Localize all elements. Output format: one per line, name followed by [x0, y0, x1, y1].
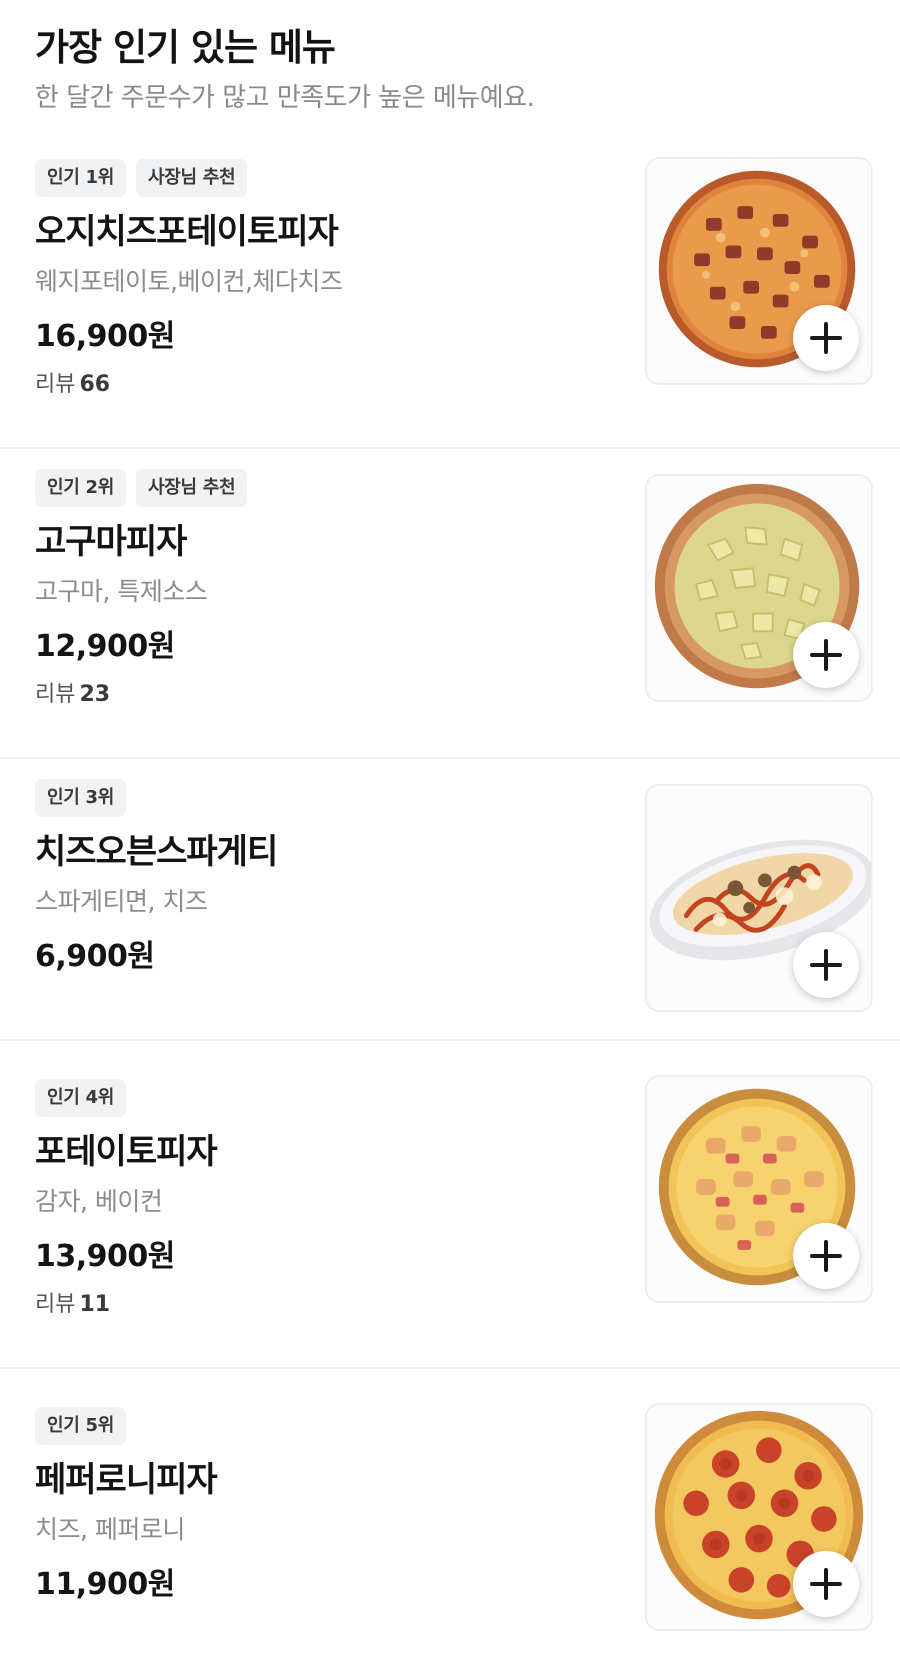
- owner-pick-badge: 사장님 추천: [135, 159, 248, 197]
- menu-item-price: 12,900원: [35, 629, 175, 664]
- menu-item-name: 치즈오븐스파게티: [35, 832, 278, 872]
- plus-icon: [810, 1568, 842, 1600]
- badge-group: 인기 5위: [35, 1407, 595, 1445]
- menu-item-5[interactable]: 인기 5위 페퍼로니피자 치즈, 페퍼로니 11,900원: [0, 1369, 900, 1659]
- menu-item-image[interactable]: [645, 784, 873, 1012]
- review-count: 11: [79, 1292, 111, 1317]
- badge-group: 인기 4위: [35, 1079, 595, 1117]
- review-label: 리뷰: [35, 682, 76, 707]
- menu-item-image[interactable]: [645, 157, 873, 385]
- menu-item-reviews: 리뷰 66: [35, 367, 595, 403]
- menu-item-description: 스파게티면, 치즈: [35, 887, 208, 916]
- plus-icon: [810, 322, 842, 354]
- popular-menu-page: 가장 인기 있는 메뉴 한 달간 주문수가 많고 만족도가 높은 메뉴예요. 인…: [0, 0, 900, 1659]
- menu-item-name: 포테이토피자: [35, 1132, 218, 1172]
- menu-item-name: 오지치즈포테이토피자: [35, 212, 339, 252]
- menu-item-info: 인기 5위 페퍼로니피자 치즈, 페퍼로니 11,900원: [35, 1407, 595, 1607]
- review-count: 66: [79, 372, 111, 397]
- add-to-cart-button[interactable]: [793, 932, 859, 998]
- menu-item-description: 치즈, 페퍼로니: [35, 1515, 185, 1544]
- menu-item-price: 6,900원: [35, 939, 155, 974]
- menu-item-description: 고구마, 특제소스: [35, 577, 208, 606]
- menu-item-price: 13,900원: [35, 1239, 175, 1274]
- section-subtitle: 한 달간 주문수가 많고 만족도가 높은 메뉴예요.: [35, 83, 535, 113]
- menu-item-info: 인기 1위 사장님 추천 오지치즈포테이토피자 웨지포테이토,베이컨,체다치즈 …: [35, 159, 595, 403]
- menu-item-3[interactable]: 인기 3위 치즈오븐스파게티 스파게티면, 치즈 6,900원: [0, 759, 900, 1041]
- menu-item-description: 웨지포테이토,베이컨,체다치즈: [35, 267, 343, 296]
- section-title: 가장 인기 있는 메뉴: [35, 26, 336, 69]
- plus-icon: [810, 949, 842, 981]
- menu-item-description: 감자, 베이컨: [35, 1187, 163, 1216]
- rank-badge: 인기 1위: [35, 159, 126, 197]
- menu-item-info: 인기 4위 포테이토피자 감자, 베이컨 13,900원 리뷰 11: [35, 1079, 595, 1323]
- owner-pick-badge: 사장님 추천: [135, 469, 248, 507]
- plus-icon: [810, 639, 842, 671]
- menu-item-4[interactable]: 인기 4위 포테이토피자 감자, 베이컨 13,900원 리뷰 11: [0, 1041, 900, 1369]
- menu-item-name: 고구마피자: [35, 522, 187, 562]
- section-header: 가장 인기 있는 메뉴 한 달간 주문수가 많고 만족도가 높은 메뉴예요.: [0, 0, 900, 147]
- menu-item-1[interactable]: 인기 1위 사장님 추천 오지치즈포테이토피자 웨지포테이토,베이컨,체다치즈 …: [0, 147, 900, 449]
- add-to-cart-button[interactable]: [793, 622, 859, 688]
- menu-item-price: 11,900원: [35, 1567, 175, 1602]
- rank-badge: 인기 3위: [35, 779, 126, 817]
- badge-group: 인기 2위 사장님 추천: [35, 469, 595, 507]
- review-label: 리뷰: [35, 372, 76, 397]
- add-to-cart-button[interactable]: [793, 1223, 859, 1289]
- menu-item-2[interactable]: 인기 2위 사장님 추천 고구마피자 고구마, 특제소스 12,900원 리뷰 2…: [0, 449, 900, 759]
- badge-group: 인기 1위 사장님 추천: [35, 159, 595, 197]
- rank-badge: 인기 4위: [35, 1079, 126, 1117]
- add-to-cart-button[interactable]: [793, 1551, 859, 1617]
- menu-item-image[interactable]: [645, 1403, 873, 1631]
- menu-item-price: 16,900원: [35, 319, 175, 354]
- rank-badge: 인기 5위: [35, 1407, 126, 1445]
- menu-item-reviews: 리뷰 23: [35, 677, 595, 713]
- menu-item-reviews: 리뷰 11: [35, 1287, 595, 1323]
- menu-item-name: 페퍼로니피자: [35, 1460, 218, 1500]
- menu-item-info: 인기 3위 치즈오븐스파게티 스파게티면, 치즈 6,900원: [35, 779, 595, 979]
- menu-item-image[interactable]: [645, 474, 873, 702]
- menu-item-info: 인기 2위 사장님 추천 고구마피자 고구마, 특제소스 12,900원 리뷰 2…: [35, 469, 595, 713]
- add-to-cart-button[interactable]: [793, 305, 859, 371]
- review-count: 23: [79, 682, 111, 707]
- review-label: 리뷰: [35, 1292, 76, 1317]
- badge-group: 인기 3위: [35, 779, 595, 817]
- plus-icon: [810, 1240, 842, 1272]
- rank-badge: 인기 2위: [35, 469, 126, 507]
- menu-item-image[interactable]: [645, 1075, 873, 1303]
